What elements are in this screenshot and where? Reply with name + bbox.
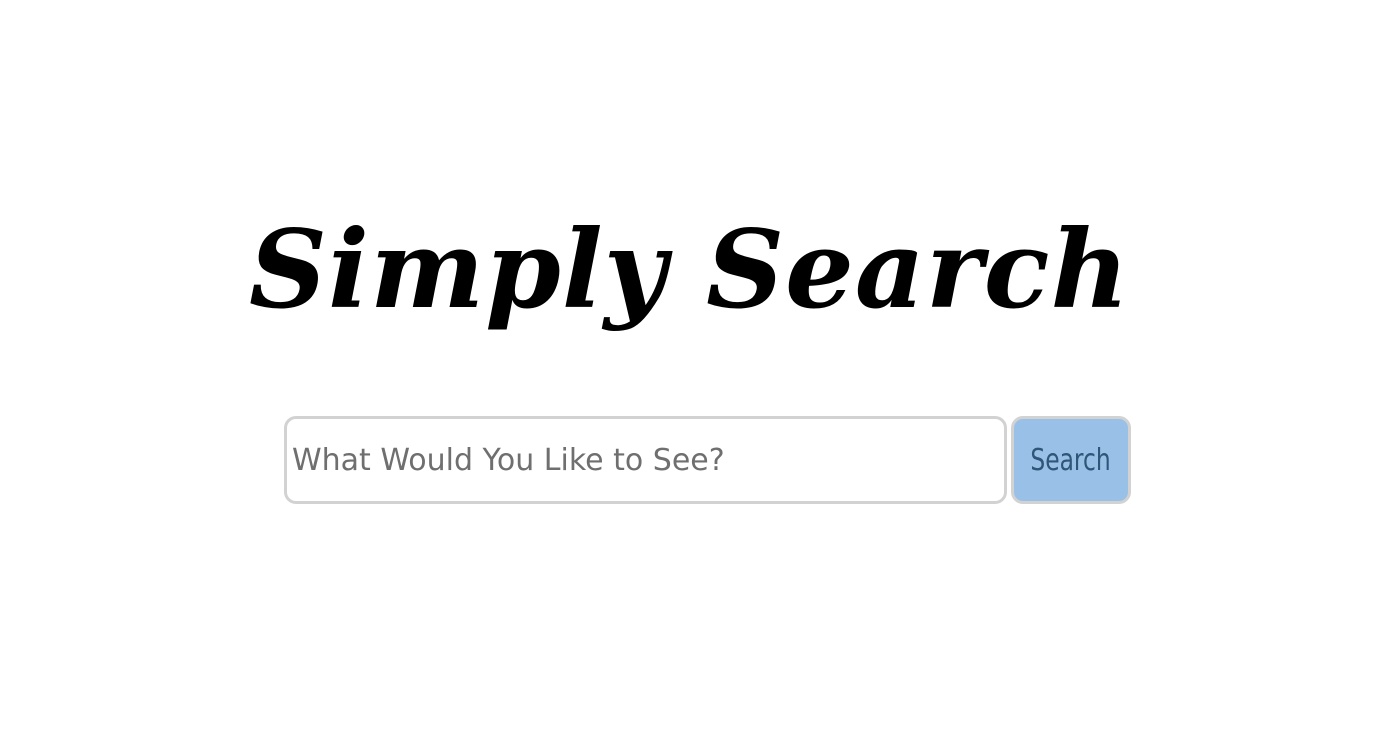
- search-input[interactable]: [284, 416, 1007, 504]
- search-button[interactable]: Search: [1011, 416, 1131, 504]
- search-button-label: Search: [1030, 442, 1112, 478]
- page-title: Simply Search: [248, 207, 1131, 333]
- search-page: Simply Search Search: [0, 0, 1379, 741]
- search-form: Search: [284, 416, 1132, 504]
